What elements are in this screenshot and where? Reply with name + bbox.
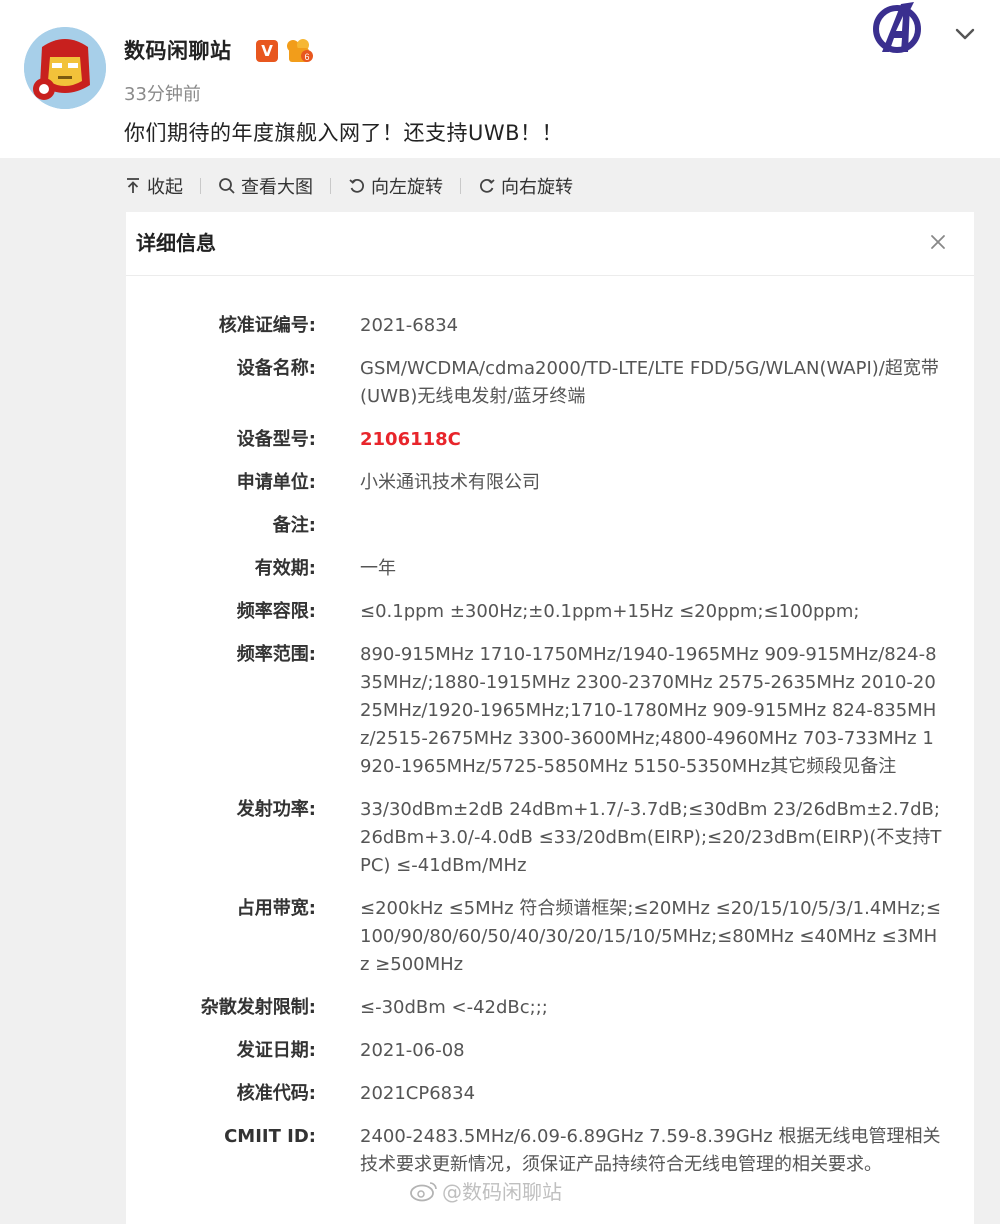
detail-row: 频率容限: ≤0.1ppm ±300Hz;±0.1ppm+15Hz ≤20ppm;… bbox=[126, 598, 974, 626]
detail-row-label: 设备名称: bbox=[236, 358, 316, 379]
rotate-right-button[interactable]: 向右旋转 bbox=[478, 173, 573, 199]
level-badge-icon: 6 bbox=[285, 38, 315, 64]
detail-row: 杂散发射限制: ≤-30dBm <-42dBc;;; bbox=[126, 994, 974, 1022]
detail-row: 设备名称: GSM/WCDMA/cdma2000/TD-LTE/LTE FDD/5… bbox=[126, 355, 974, 411]
detail-row-value: 2021-6834 bbox=[360, 315, 459, 336]
toolbar-divider bbox=[460, 178, 461, 194]
detail-row-label: 备注: bbox=[272, 515, 316, 536]
detail-row: 设备型号: 2106118C bbox=[126, 426, 974, 454]
detail-row-value: 33/30dBm±2dB 24dBm+1.7/-3.7dB;≤30dBm 23/… bbox=[360, 799, 942, 876]
close-icon[interactable] bbox=[928, 232, 948, 252]
detail-row: 占用带宽: ≤200kHz ≤5MHz 符合频谱框架;≤20MHz ≤20/15/… bbox=[126, 895, 974, 979]
detail-row-value: GSM/WCDMA/cdma2000/TD-LTE/LTE FDD/5G/WLA… bbox=[360, 358, 939, 407]
collapse-label: 收起 bbox=[147, 177, 183, 198]
detail-row-label: 占用带宽: bbox=[236, 898, 316, 919]
post-time[interactable]: 33分钟前 bbox=[124, 80, 201, 106]
author-name[interactable]: 数码闲聊站 bbox=[124, 35, 232, 65]
rotate-right-label: 向右旋转 bbox=[501, 177, 573, 198]
detail-rows: 核准证编号: 2021-6834 设备名称: GSM/WCDMA/cdma2000/T… bbox=[126, 312, 974, 1194]
detail-row: 申请单位: 小米通讯技术有限公司 bbox=[126, 469, 974, 497]
detail-row-value: 2021CP6834 bbox=[360, 1083, 476, 1104]
toolbar-divider bbox=[200, 178, 201, 194]
chevron-down-icon[interactable] bbox=[952, 24, 978, 44]
toolbar-divider bbox=[330, 178, 331, 194]
detail-row: 发射功率: 33/30dBm±2dB 24dBm+1.7/-3.7dB;≤30dB… bbox=[126, 796, 974, 880]
verified-icon: V bbox=[256, 40, 278, 62]
detail-row-value bbox=[360, 512, 944, 540]
watermark-text: @数码闲聊站 bbox=[442, 1180, 562, 1204]
detail-row: 备注: bbox=[126, 512, 974, 540]
detail-row-value: ≤0.1ppm ±300Hz;±0.1ppm+15Hz ≤20ppm;≤100p… bbox=[360, 601, 860, 622]
detail-row-value: 890-915MHz 1710-1750MHz/1940-1965MHz 909… bbox=[360, 644, 937, 777]
view-large-button[interactable]: 查看大图 bbox=[218, 173, 313, 199]
detail-row-value: 2106118C bbox=[360, 429, 461, 450]
rotate-left-label: 向左旋转 bbox=[371, 177, 443, 198]
detail-row-value: ≤-30dBm <-42dBc;;; bbox=[360, 997, 548, 1018]
detail-panel: 详细信息 核准证编号: 2021-6834 设备名称: GSM/WCDMA/cdma2… bbox=[126, 212, 974, 1224]
post-header: 数码闲聊站 V 6 33分钟前 你们期待的年度旗舰入网了！还支持UWB！！ bbox=[0, 0, 1000, 158]
detail-row-label: 核准代码: bbox=[236, 1083, 316, 1104]
detail-row-label: CMIIT ID: bbox=[224, 1126, 316, 1147]
detail-row-label: 发射功率: bbox=[236, 799, 316, 820]
search-icon bbox=[219, 178, 235, 194]
detail-row-label: 频率容限: bbox=[236, 601, 316, 622]
detail-row-label: 申请单位: bbox=[236, 472, 316, 493]
iron-man-avatar[interactable] bbox=[24, 27, 106, 109]
detail-row: 核准代码: 2021CP6834 bbox=[126, 1080, 974, 1108]
detail-row-value: 2021-06-08 bbox=[360, 1040, 465, 1061]
avengers-logo-icon[interactable] bbox=[868, 0, 926, 58]
watermark: @数码闲聊站 bbox=[410, 1176, 562, 1205]
svg-text:6: 6 bbox=[304, 52, 309, 62]
detail-row: 核准证编号: 2021-6834 bbox=[126, 312, 974, 340]
detail-row-label: 发证日期: bbox=[236, 1040, 316, 1061]
detail-row: 发证日期: 2021-06-08 bbox=[126, 1037, 974, 1065]
detail-row-value: 一年 bbox=[360, 558, 396, 579]
detail-row-label: 频率范围: bbox=[236, 644, 316, 665]
detail-row-value: 小米通讯技术有限公司 bbox=[360, 472, 540, 493]
post-text: 你们期待的年度旗舰入网了！还支持UWB！！ bbox=[124, 121, 564, 145]
collapse-icon bbox=[127, 178, 139, 193]
detail-row-label: 核准证编号: bbox=[218, 315, 316, 336]
detail-row: 有效期: 一年 bbox=[126, 555, 974, 583]
detail-row-label: 设备型号: bbox=[236, 429, 316, 450]
panel-header: 详细信息 bbox=[126, 212, 974, 276]
view-large-label: 查看大图 bbox=[241, 177, 313, 198]
detail-row: CMIIT ID: 2400-2483.5MHz/6.09-6.89GHz 7.5… bbox=[126, 1123, 974, 1179]
page: 数码闲聊站 V 6 33分钟前 你们期待的年度旗舰入网了！还支持UWB！！ 收起… bbox=[0, 0, 1000, 1224]
detail-row-label: 有效期: bbox=[254, 558, 316, 579]
rotate-left-button[interactable]: 向左旋转 bbox=[348, 173, 443, 199]
detail-row-value: ≤200kHz ≤5MHz 符合频谱框架;≤20MHz ≤20/15/10/5/… bbox=[360, 898, 941, 975]
image-toolbar: 收起 查看大图 向左旋转 向右旋转 bbox=[124, 170, 573, 202]
weibo-icon bbox=[410, 1181, 437, 1201]
detail-row: 频率范围: 890-915MHz 1710-1750MHz/1940-1965MH… bbox=[126, 641, 974, 781]
detail-row-label: 杂散发射限制: bbox=[200, 997, 316, 1018]
collapse-button[interactable]: 收起 bbox=[124, 173, 183, 199]
panel-title: 详细信息 bbox=[136, 231, 216, 255]
detail-row-value: 2400-2483.5MHz/6.09-6.89GHz 7.59-8.39GHz… bbox=[360, 1126, 941, 1175]
rotate-left-icon bbox=[349, 178, 364, 193]
rotate-right-icon bbox=[480, 178, 495, 193]
